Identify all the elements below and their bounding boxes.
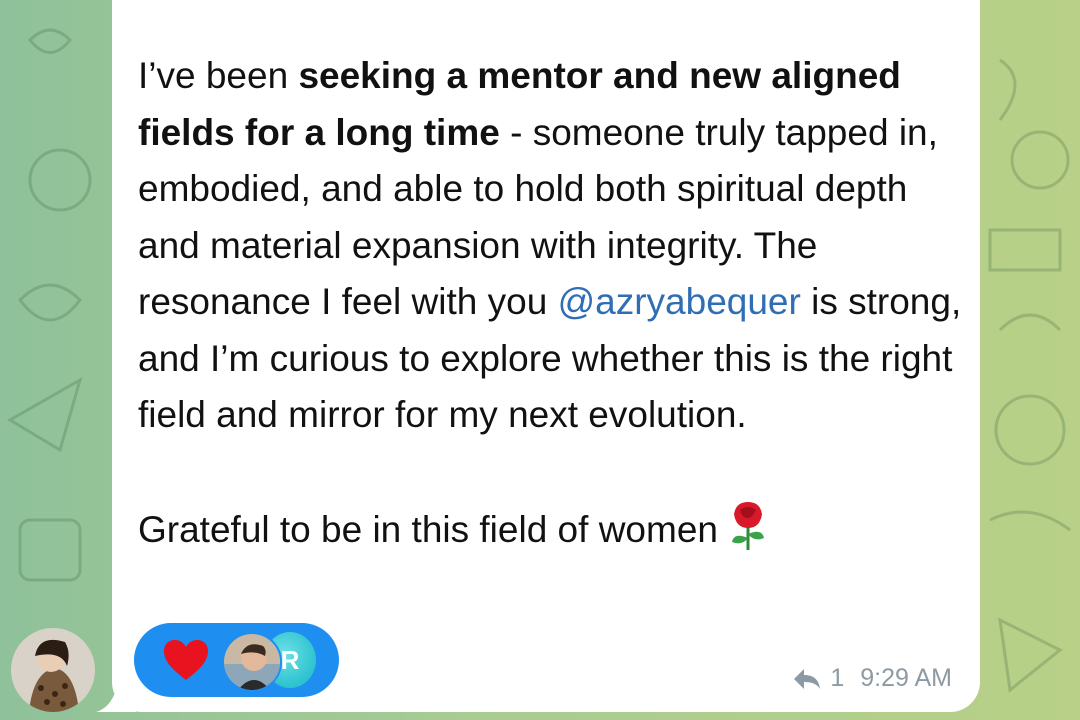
rose-emoji [731,501,764,550]
message-time: 9:29 AM [860,664,952,692]
message-meta: 1 9:29 AM [792,664,952,693]
message-paragraph: I’ve been seeking a mentor and new align… [138,48,968,444]
mention-link[interactable]: @azryabequer [558,281,801,322]
message-closing-line: Grateful to be in this field of women [138,500,968,559]
sender-avatar[interactable] [11,628,95,712]
message-intro: I’ve been [138,55,299,96]
reply-arrow-icon[interactable] [792,667,822,691]
bubble-tail [96,690,136,712]
reactor-avatar[interactable] [222,632,282,692]
message-closing: Grateful to be in this field of women [138,508,718,550]
message-text: I’ve been seeking a mentor and new align… [138,48,968,558]
reply-count[interactable]: 1 [830,664,844,693]
heart-icon[interactable] [162,638,210,682]
